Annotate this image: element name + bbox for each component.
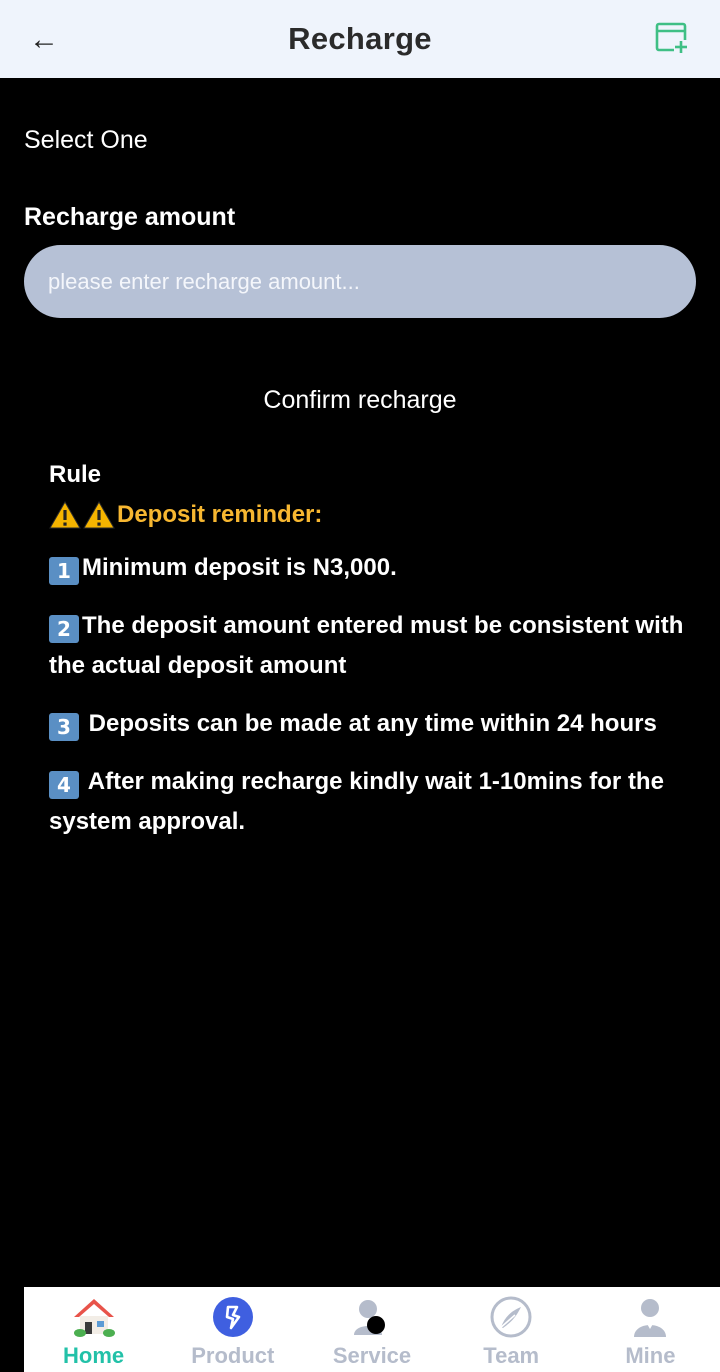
nav-home[interactable]: Home	[24, 1287, 163, 1372]
rule-item: 4 After making recharge kindly wait 1-10…	[49, 762, 689, 842]
product-icon	[212, 1297, 253, 1337]
recharge-amount-label: Recharge amount	[24, 203, 236, 231]
warning-icon	[83, 500, 115, 529]
rule-text: The deposit amount entered must be consi…	[49, 612, 684, 679]
nav-mine[interactable]: Mine	[581, 1287, 720, 1372]
deposit-reminder: Deposit reminder:	[49, 498, 689, 532]
back-button[interactable]: ←	[24, 20, 64, 60]
warning-icon	[49, 500, 81, 529]
team-icon	[490, 1296, 532, 1338]
rule-item: 2 The deposit amount entered must be cons…	[49, 606, 689, 686]
rule-text: Deposits can be made at any time within …	[82, 710, 657, 737]
keycap-4-icon: 4	[49, 771, 79, 799]
rule-text: Minimum deposit is N3,000.	[82, 554, 397, 581]
recharge-amount-input[interactable]	[24, 245, 696, 318]
nav-service-label: Service	[332, 1343, 412, 1368]
recharge-record-button[interactable]	[654, 20, 690, 56]
deposit-reminder-text: Deposit reminder:	[117, 501, 323, 528]
page-title: Recharge	[288, 21, 432, 56]
rule-item: 1 Minimum deposit is N3,000.	[49, 548, 689, 588]
rule-title: Rule	[49, 461, 102, 488]
rules-section: Rule Deposit reminder: 1 Minimum deposit …	[49, 460, 689, 860]
keycap-1-icon: 1	[49, 557, 79, 585]
header-bar: ← Recharge	[0, 0, 720, 78]
user-icon	[634, 1299, 667, 1337]
nav-product-label: Product	[191, 1343, 275, 1368]
rule-item: 3 Deposits can be made at any time withi…	[49, 704, 689, 744]
nav-mine-label: Mine	[625, 1343, 676, 1368]
confirm-recharge-button[interactable]: Confirm recharge	[24, 370, 696, 430]
select-one-label[interactable]: Select One	[24, 126, 148, 155]
keycap-3-icon: 3	[49, 713, 79, 741]
add-card-icon	[655, 22, 688, 54]
keycap-2-icon: 2	[49, 615, 79, 643]
nav-team[interactable]: Team	[442, 1287, 581, 1372]
touch-indicator-dot	[367, 1316, 385, 1334]
recharge-page: ← Recharge Select One Recharge amount Co…	[0, 0, 720, 1372]
house-icon	[73, 1299, 115, 1337]
rule-text: After making recharge kindly wait 1-10mi…	[49, 768, 664, 835]
nav-home-label: Home	[63, 1343, 125, 1368]
nav-team-label: Team	[483, 1343, 540, 1368]
nav-product[interactable]: Product	[163, 1287, 302, 1372]
arrow-left-icon: ←	[29, 23, 59, 56]
